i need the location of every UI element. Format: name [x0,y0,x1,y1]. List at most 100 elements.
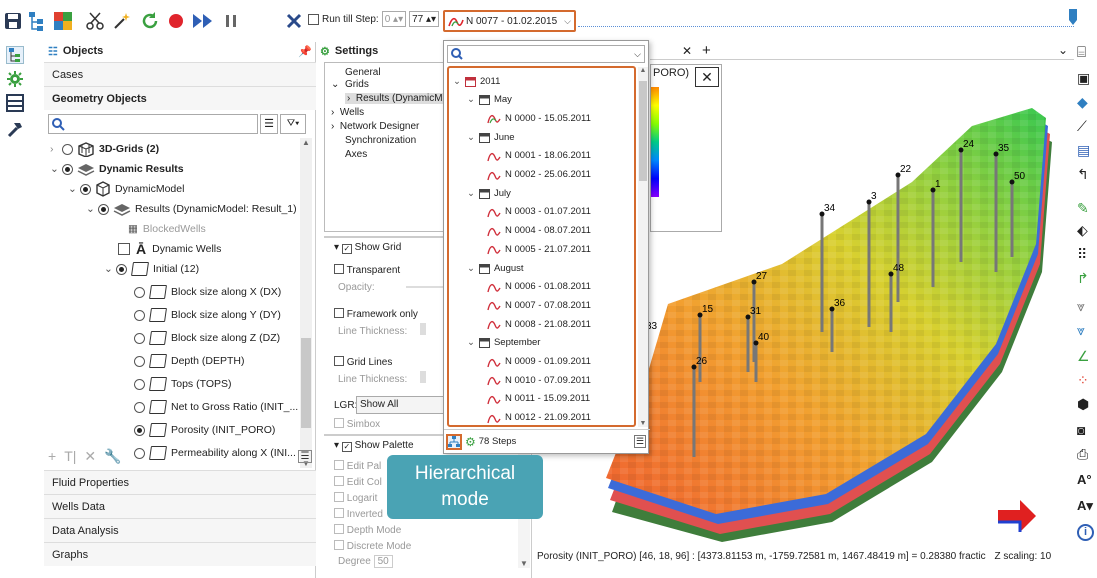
puzzle-icon[interactable] [50,8,76,34]
layers-color-icon[interactable]: ◆ [1077,94,1088,111]
qc-icon[interactable]: ⩔ [1077,322,1085,339]
refresh-icon[interactable] [138,8,162,34]
tree-item-dy[interactable]: Block size along Y (DY) [134,305,281,325]
step-tree-step[interactable]: N 0006 - 01.08.2011 [487,278,591,296]
step-tree-month[interactable]: ⌄ September [467,334,540,352]
step-tree-step[interactable]: N 0005 - 21.07.2011 [487,240,591,258]
inverted-checkbox[interactable]: Inverted [334,508,383,520]
section-cases[interactable]: Cases [44,62,316,86]
step-tree-year[interactable]: ⌄ 2011 [453,72,500,90]
objects-tree-icon[interactable] [6,46,24,64]
frame-icon[interactable]: ⌸ [1077,44,1086,61]
line-thickness2-slider[interactable] [420,371,426,383]
table-icon[interactable]: ▤ [1077,142,1090,159]
hierarchy-icon[interactable] [24,8,48,34]
section-fluid-properties[interactable]: Fluid Properties [44,470,316,494]
dynamic-wells-checkbox[interactable] [118,243,130,255]
framework-only-checkbox[interactable]: Framework only [334,308,418,320]
step-tree-step[interactable]: N 0007 - 07.08.2011 [487,296,591,314]
depth-mode-checkbox[interactable]: Depth Mode [334,524,401,536]
discrete-mode-checkbox[interactable]: Discrete Mode [334,540,411,552]
step-tree-step[interactable]: N 0000 - 15.05.2011 [487,109,591,127]
settings-gear-icon[interactable] [6,70,24,88]
step-tree-step[interactable]: N 0011 - 15.09.2011 [487,390,590,408]
pin-icon[interactable]: 📌 [298,45,312,58]
add-icon[interactable]: + [48,448,56,464]
step-tree-step[interactable]: N 0009 - 01.09.2011 [487,353,591,371]
section-geometry-objects[interactable]: Geometry Objects [44,86,316,110]
tree-item-dynamic-wells[interactable]: Ā Dynamic Wells [118,239,221,259]
add-well-icon[interactable]: ↱ [1077,270,1089,287]
settings-gear-icon[interactable]: ⚙ [465,435,476,449]
nav-axes[interactable]: Axes [345,149,367,160]
stop-x-icon[interactable] [282,8,306,34]
hammer-icon[interactable] [6,120,24,138]
timeline-slider[interactable] [578,17,1074,27]
wrench-icon[interactable]: 🔧 [104,448,121,465]
step-tree-month[interactable]: ⌄ June [467,128,515,146]
edit-palette-checkbox[interactable]: Edit Pal [334,460,381,472]
funnel-filter-icon[interactable]: ⛛▾ [280,114,306,134]
ruler-icon[interactable]: ⟋ [1077,118,1087,135]
objects-scrollbar[interactable]: ▲ ▼ [300,138,312,468]
tree-item-blocked-wells[interactable]: ▦ BlockedWells [128,219,206,239]
step-from-spinner[interactable]: 0 ▴▾ [381,11,407,27]
rename-icon[interactable]: T| [64,448,76,464]
tree-item-dynamic-results[interactable]: ⌄ Dynamic Results [50,159,184,179]
step-tree-step[interactable]: N 0008 - 21.08.2011 [487,315,591,333]
wand-icon[interactable] [110,8,134,34]
step-tree-step[interactable]: N 0001 - 18.06.2011 [487,147,591,165]
show-palette-toggle[interactable]: ▾ ✓ Show Palette [334,440,414,452]
grid-lines-checkbox[interactable]: Grid Lines [334,356,392,368]
timeline-handle[interactable] [1068,8,1078,26]
record-icon[interactable] [164,8,188,34]
lgr-select[interactable]: Show All [356,396,446,414]
step-tree-step[interactable]: N 0012 - 21.09.2011 [487,409,591,425]
popup-scrollbar[interactable]: ▲ ▼ [638,67,648,427]
info-icon[interactable]: i [1077,524,1094,541]
nav-network-designer[interactable]: › Network Designer [331,121,419,132]
tree-item-ntg[interactable]: Net to Gross Ratio (INIT_... [134,397,298,417]
step-tree-month[interactable]: ⌄ August [467,259,524,277]
lens-icon[interactable]: ⬢ [1077,396,1089,413]
tree-item-3d-grids[interactable]: › 3D-Grids (2) [50,139,159,159]
section-data-analysis[interactable]: Data Analysis [44,518,316,542]
tree-item-tops[interactable]: Tops (TOPS) [134,374,232,394]
delete-icon[interactable]: ✕ [84,448,96,465]
nav-wells[interactable]: › Wells [331,107,364,118]
tree-item-dz[interactable]: Block size along Z (DZ) [134,328,280,348]
list-filter-icon[interactable]: ☰ [260,114,278,134]
tree-item-initial[interactable]: ⌄ Initial (12) [104,259,199,279]
line-thickness-slider[interactable] [420,323,426,335]
step-tree-step[interactable]: N 0004 - 08.07.2011 [487,222,591,240]
camera-icon[interactable]: ◙ [1077,422,1085,438]
simbox-checkbox[interactable]: Simbox [334,418,380,430]
section-wells-data[interactable]: Wells Data [44,494,316,518]
nav-synchronization[interactable]: Synchronization [345,135,416,146]
scatter-icon[interactable]: ⁘ [1077,372,1089,389]
step-tree-step[interactable]: N 0010 - 07.09.2011 [487,371,591,389]
annotation-a-icon[interactable]: A° [1077,472,1092,487]
printer-icon[interactable]: ⎙ [1077,446,1088,463]
plane-icon[interactable]: ⬖ [1077,222,1088,239]
pen-icon[interactable]: ✎ [1077,200,1089,217]
section-graphs[interactable]: Graphs [44,542,316,566]
degree-field[interactable]: Degree 50 [338,555,393,568]
nav-results[interactable]: › Results (DynamicM [345,93,453,104]
tree-item-depth[interactable]: Depth (DEPTH) [134,351,245,371]
logarithmic-checkbox[interactable]: Logarit [334,492,377,504]
menu-icon[interactable]: ☰ [634,435,646,448]
tree-item-porosity[interactable]: Porosity (INIT_PORO) [134,420,275,440]
tree-item-dynamic-model[interactable]: ⌄ DynamicModel [68,179,184,199]
cut-icon[interactable] [84,8,106,34]
edit-colors-checkbox[interactable]: Edit Col [334,476,382,488]
nav-grids[interactable]: ⌄ Grids [331,79,369,90]
step-tree-step[interactable]: N 0003 - 01.07.2011 [487,203,591,221]
grid-cube-icon[interactable]: ▣ [1077,70,1090,87]
menu-icon[interactable]: ☰ [298,449,312,463]
tree-item-dx[interactable]: Block size along X (DX) [134,282,281,302]
show-grid-toggle[interactable]: ▾ ✓ Show Grid [334,242,401,254]
annotation-a2-icon[interactable]: A▾ [1077,498,1093,514]
pause-icon[interactable] [220,8,242,34]
step-tree-month[interactable]: ⌄ May [467,91,512,109]
